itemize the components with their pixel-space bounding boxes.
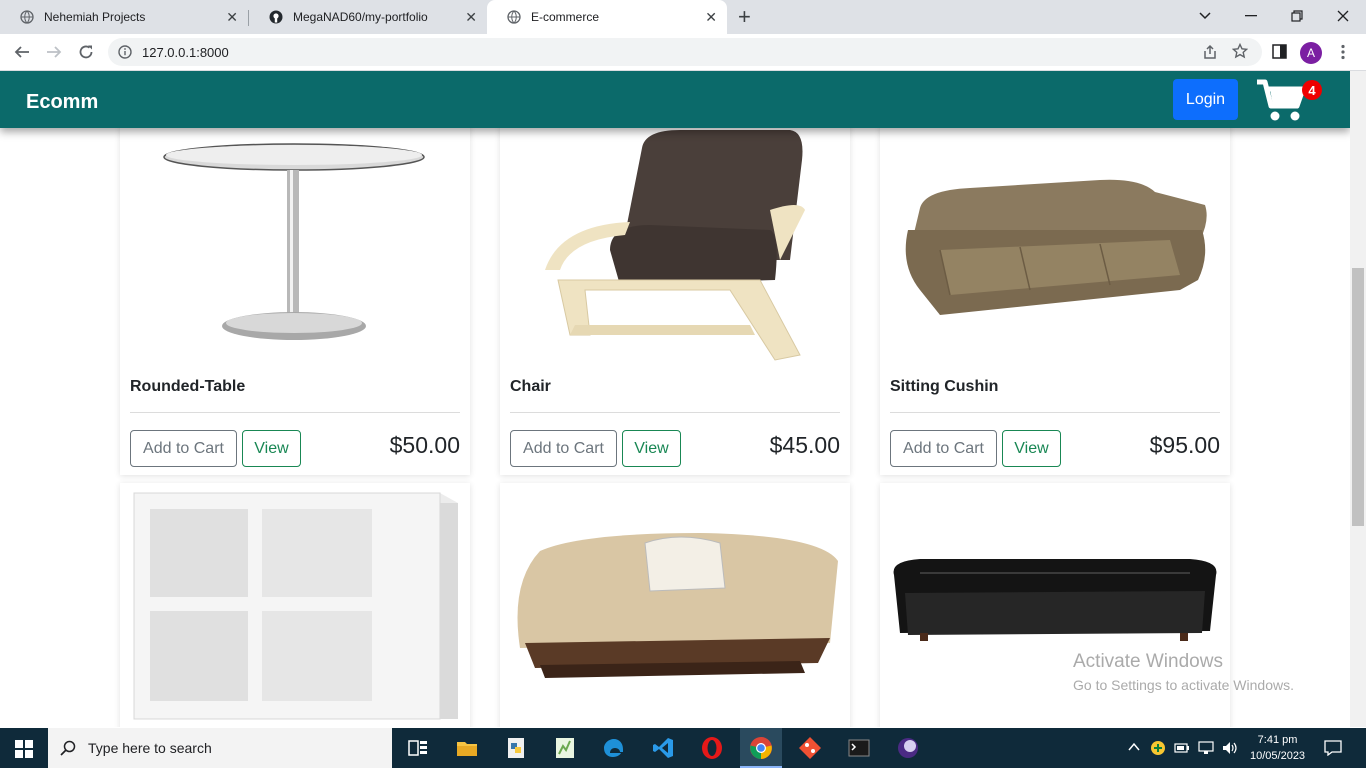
profile-avatar[interactable]: A (1300, 42, 1322, 64)
browser-menu-icon[interactable] (1340, 44, 1346, 60)
cart-count-badge: 4 (1302, 80, 1322, 100)
watermark-title: Activate Windows (1073, 651, 1223, 672)
product-price: $45.00 (769, 432, 840, 458)
product-card: Sitting Cushin Add to Cart View $95.00 (880, 71, 1230, 475)
reload-icon[interactable] (74, 40, 98, 64)
new-tab-icon[interactable]: + (738, 4, 751, 30)
tab-my-portfolio[interactable]: MegaNAD60/my-portfolio ✕ (249, 0, 487, 34)
share-icon[interactable] (1202, 44, 1218, 60)
product-price: $95.00 (1149, 432, 1220, 458)
add-to-cart-button[interactable]: Add to Cart (890, 430, 997, 467)
product-card (500, 483, 850, 727)
activation-watermark: Activate Windows Go to Settings to activ… (1073, 651, 1294, 693)
bookmark-star-icon[interactable] (1232, 43, 1248, 59)
edge-icon[interactable] (602, 736, 626, 760)
product-title: Chair (510, 378, 551, 395)
clock-time: 7:41 pm (1257, 734, 1298, 746)
card-divider (130, 412, 460, 413)
globe-icon (507, 10, 521, 24)
python-idle-icon[interactable] (504, 736, 528, 760)
tab-e-commerce[interactable]: E-commerce ✕ (487, 0, 727, 34)
browser-toolbar: 127.0.0.1:8000 A (0, 34, 1366, 71)
windows-start-icon[interactable] (15, 740, 33, 758)
security-shield-icon[interactable] (1150, 740, 1166, 756)
browser-tab-strip: Nehemiah Projects ✕ MegaNAD60/my-portfol… (0, 0, 1366, 34)
network-icon[interactable] (1198, 741, 1214, 755)
add-to-cart-button[interactable]: Add to Cart (130, 430, 237, 467)
table-image (163, 143, 425, 340)
address-bar[interactable]: 127.0.0.1:8000 (108, 38, 1262, 66)
windows-taskbar: Type here to search 7:41 pm 10/05/2023 (0, 728, 1366, 768)
cart-icon[interactable] (1256, 79, 1306, 123)
product-card: Rounded-Table Add to Cart View $50.00 (120, 71, 470, 475)
minimize-icon[interactable] (1228, 0, 1274, 32)
clock-date: 10/05/2023 (1250, 750, 1306, 762)
product-price: $50.00 (389, 432, 460, 458)
side-panel-icon[interactable] (1272, 44, 1287, 59)
product-title: Rounded-Table (130, 378, 246, 395)
vscode-icon[interactable] (651, 736, 675, 760)
armchair-image[interactable] (500, 483, 850, 727)
git-icon[interactable] (798, 736, 822, 760)
chrome-taskbar-active[interactable] (740, 728, 782, 768)
globe-icon (20, 10, 34, 24)
tab-title: E-commerce (531, 10, 600, 24)
add-to-cart-button[interactable]: Add to Cart (510, 430, 617, 467)
volume-icon[interactable] (1222, 741, 1238, 755)
url-text: 127.0.0.1:8000 (142, 45, 229, 60)
terminal-icon[interactable] (847, 736, 871, 760)
product-image[interactable] (500, 130, 850, 369)
product-title: Sitting Cushin (890, 378, 999, 395)
product-card: Chair Add to Cart View $45.00 (500, 71, 850, 475)
site-navbar: Ecomm Login 4 (0, 71, 1350, 128)
notification-icon[interactable] (1324, 740, 1342, 756)
search-placeholder: Type here to search (88, 740, 212, 756)
product-image[interactable] (880, 130, 1230, 369)
taskbar-search-box[interactable]: Type here to search (48, 728, 392, 768)
close-tab-icon[interactable]: ✕ (226, 9, 238, 26)
battery-icon[interactable] (1174, 741, 1190, 755)
close-tab-icon[interactable]: ✕ (705, 9, 717, 26)
close-tab-icon[interactable]: ✕ (465, 9, 477, 26)
card-divider (510, 412, 840, 413)
chevron-up-icon[interactable] (1128, 742, 1140, 752)
tab-title: MegaNAD60/my-portfolio (293, 10, 428, 24)
product-card (120, 483, 470, 727)
info-icon[interactable] (118, 45, 132, 59)
back-icon[interactable] (10, 40, 34, 64)
shelf-image[interactable] (120, 483, 470, 727)
eclipse-icon[interactable] (896, 736, 920, 760)
view-button[interactable]: View (242, 430, 301, 467)
task-view-icon[interactable] (406, 736, 430, 760)
view-button[interactable]: View (1002, 430, 1061, 467)
opera-icon[interactable] (700, 736, 724, 760)
scrollbar-thumb[interactable] (1352, 268, 1364, 526)
file-explorer-icon[interactable] (455, 736, 479, 760)
chrome-icon (750, 737, 772, 759)
login-button[interactable]: Login (1173, 79, 1238, 120)
notepad-plus-icon[interactable] (553, 736, 577, 760)
search-icon (60, 740, 76, 756)
restore-icon[interactable] (1274, 0, 1320, 32)
view-button[interactable]: View (622, 430, 681, 467)
sofa-image (905, 179, 1207, 315)
close-window-icon[interactable] (1320, 0, 1366, 32)
github-icon (269, 10, 283, 24)
chair-image (545, 130, 805, 361)
tab-nehemiah-projects[interactable]: Nehemiah Projects ✕ (0, 0, 248, 34)
web-page: Ecomm Login 4 Rounded-Table Add to Cart … (0, 71, 1350, 727)
brand-logo[interactable]: Ecomm (26, 91, 98, 114)
product-image[interactable] (120, 130, 470, 369)
card-divider (890, 412, 1220, 413)
tab-search-icon[interactable] (1182, 0, 1228, 32)
system-clock[interactable]: 7:41 pm 10/05/2023 (1250, 732, 1305, 764)
tab-title: Nehemiah Projects (44, 10, 146, 24)
forward-icon[interactable] (42, 40, 66, 64)
watermark-subtitle: Go to Settings to activate Windows. (1073, 677, 1294, 693)
